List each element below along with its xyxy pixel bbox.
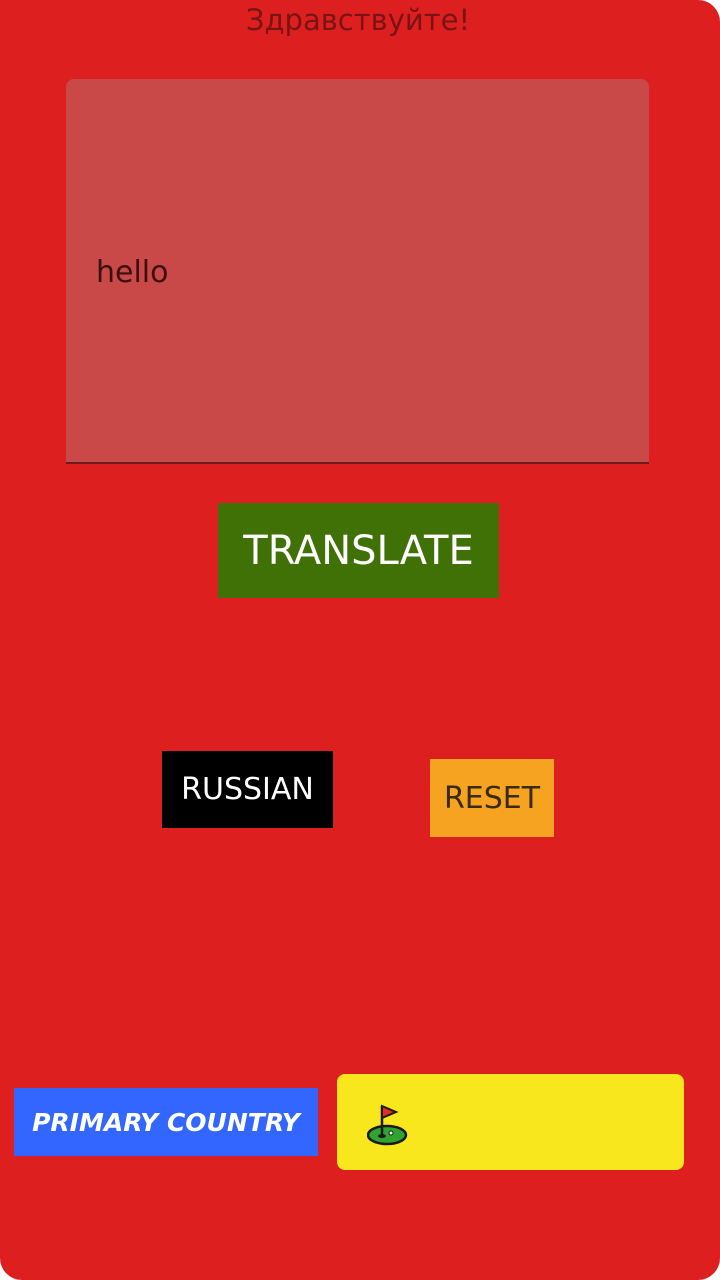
language-button[interactable]: RUSSIAN	[162, 751, 333, 828]
reset-button[interactable]: RESET	[430, 759, 554, 837]
translate-button[interactable]: TRANSLATE	[218, 503, 499, 598]
text-input-field[interactable]: hello	[66, 79, 649, 464]
app-screen: Здравствуйте! hello TRANSLATE RUSSIAN RE…	[0, 0, 720, 1280]
translated-greeting: Здравствуйте!	[245, 3, 471, 37]
primary-country-button[interactable]: PRIMARY COUNTRY	[14, 1088, 318, 1156]
input-value: hello	[96, 255, 169, 290]
golf-flag-icon	[367, 1104, 408, 1146]
country-display[interactable]	[337, 1074, 684, 1170]
